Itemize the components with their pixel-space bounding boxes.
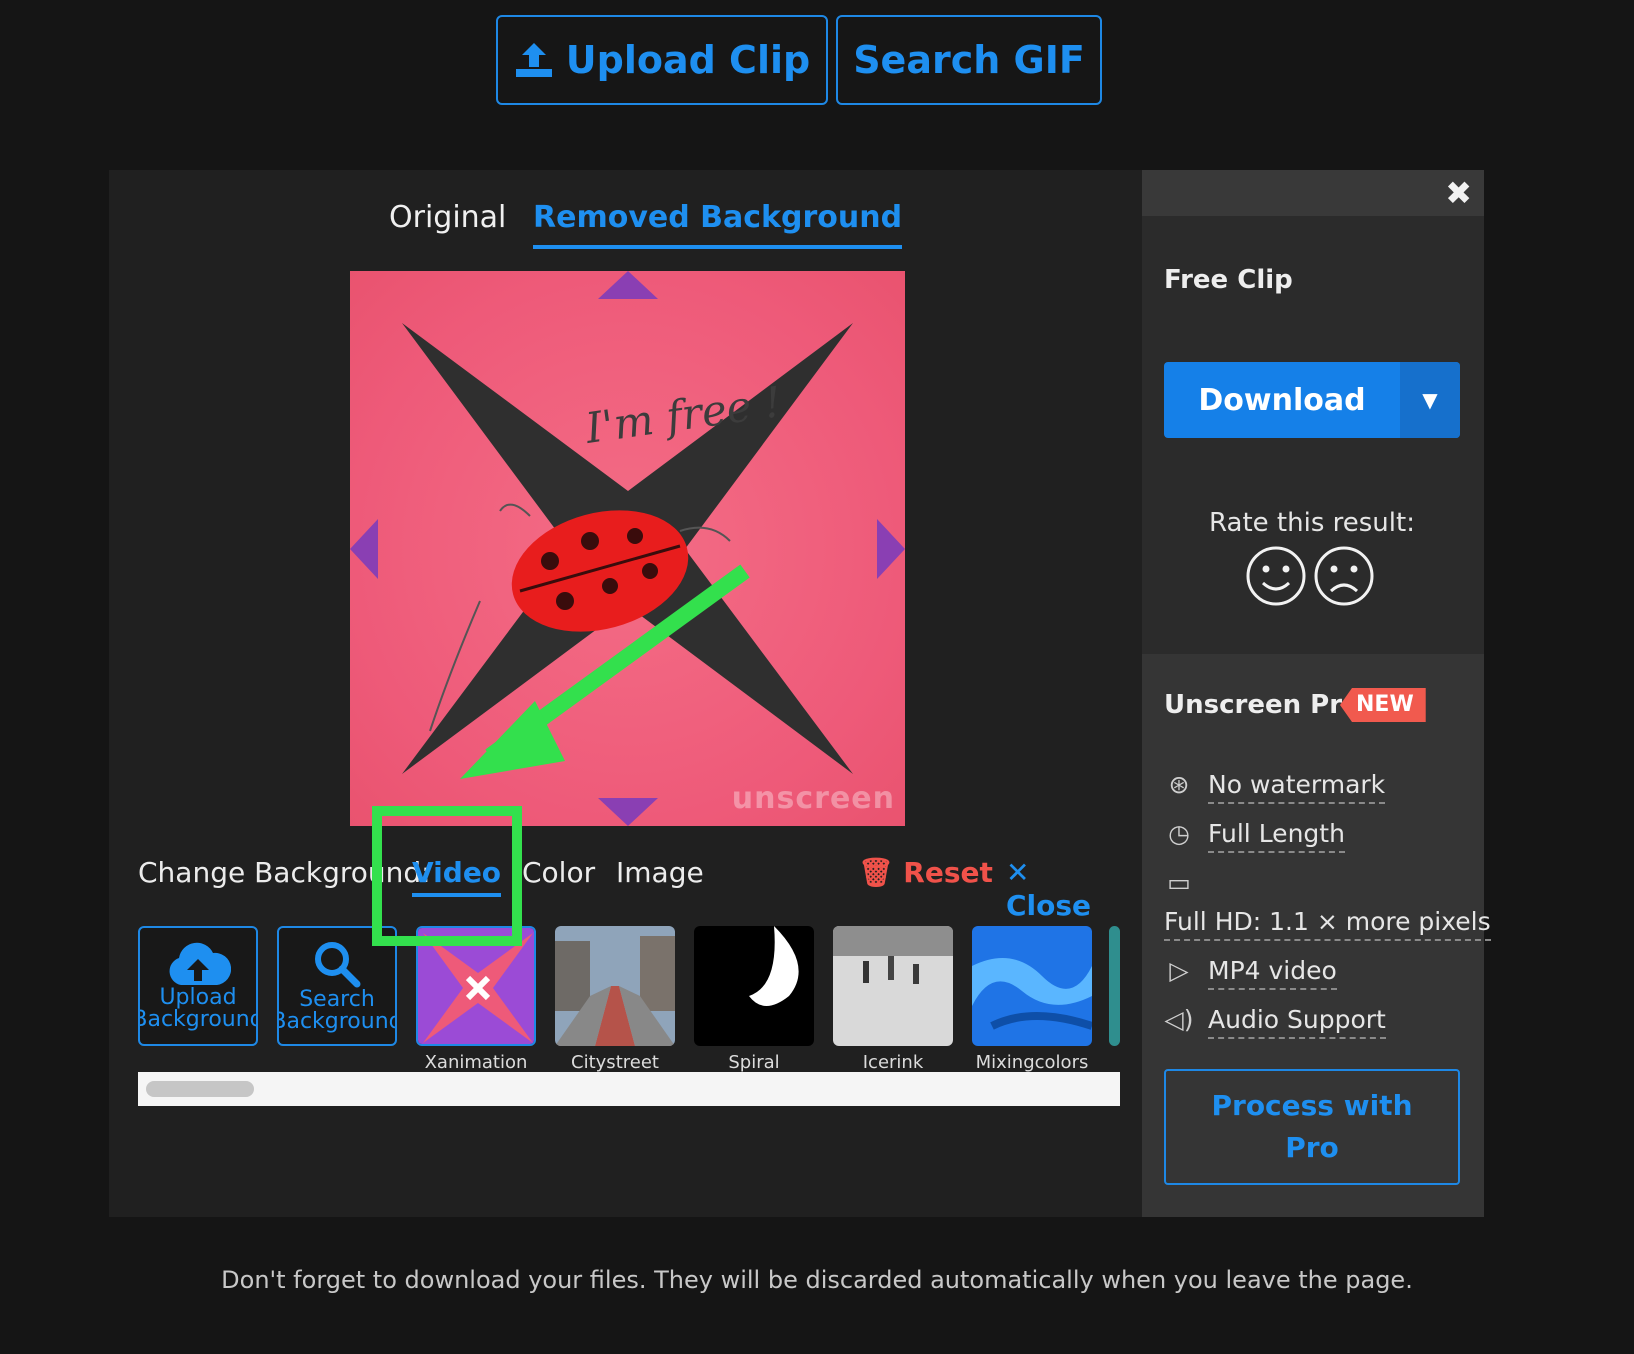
sidebar-header: ✖ [1142,170,1484,216]
upload-icon [515,43,552,77]
trash-icon: 🗑 [858,856,894,889]
bg-video-citystreet[interactable] [555,926,675,1046]
reset-button[interactable]: 🗑 Reset [858,856,993,889]
partial-thumbnail [1109,926,1120,1046]
annotation-highlight-box [372,806,522,946]
thumbnail-scrollbar[interactable] [138,1072,1120,1106]
download-options-caret-icon[interactable]: ▼ [1400,362,1460,438]
caption-xanimation: Xanimation [424,1052,528,1073]
feature-no-watermark-label[interactable]: No watermark [1208,770,1386,804]
cloud-upload-icon [169,942,231,985]
option-image[interactable]: Image [616,856,704,889]
search-icon [315,942,361,988]
tab-removed-background[interactable]: Removed Background [533,200,903,249]
sad-face-icon[interactable] [1313,545,1375,607]
speaker-icon: ◁) [1164,1005,1194,1034]
feature-audio-label[interactable]: Audio Support [1208,1005,1386,1039]
search-background-label: Search Background [277,987,397,1034]
clock-icon: ◷ [1168,819,1190,848]
feature-full-hd-icon-row: ▭ [1164,868,1208,897]
feature-full-length-label[interactable]: Full Length [1208,819,1345,853]
bg-video-icerink[interactable] [833,926,953,1046]
change-background-row: Change Background: Video Color Image 🗑 R… [138,856,1108,922]
icerink-thumbnail [833,926,953,1046]
unscreen-pro-title: Unscreen Pro [1164,690,1360,720]
close-icon: ✕ [1006,856,1030,889]
feature-no-watermark: ⊛ No watermark [1164,770,1386,804]
video-file-icon: ▷ [1169,956,1189,985]
feature-mp4: ▷ MP4 video [1164,956,1337,990]
happy-face-icon[interactable] [1245,545,1307,607]
monitor-icon: ▭ [1167,868,1191,897]
bg-video-spiral[interactable] [694,926,814,1046]
rate-label: Rate this result: [1209,508,1415,538]
download-button[interactable]: Download [1164,362,1400,438]
citystreet-thumbnail [555,926,675,1046]
reset-label: Reset [903,856,993,889]
download-button-group[interactable]: Download ▼ [1164,362,1460,438]
option-color[interactable]: Color [522,856,595,889]
tab-original[interactable]: Original [389,200,506,245]
feature-full-hd: Full HD: 1.1 × more pixels [1164,907,1491,941]
bg-video-partial[interactable] [1109,926,1120,1046]
mixingcolors-thumbnail [972,926,1092,1046]
result-preview: I'm free ! unscreen [350,271,905,826]
free-clip-title: Free Clip [1164,265,1293,295]
footer-notice: Don't forget to download your files. The… [221,1266,1413,1294]
search-gif-label: Search GIF [853,38,1085,82]
feature-full-length: ◷ Full Length [1164,819,1345,853]
preview-artwork: I'm free ! [350,271,905,826]
no-watermark-icon: ⊛ [1168,770,1190,799]
search-gif-button[interactable]: Search GIF [836,15,1102,105]
caption-spiral: Spiral [728,1052,780,1073]
bg-video-mixingcolors[interactable] [972,926,1092,1046]
feature-audio: ◁) Audio Support [1164,1005,1386,1039]
caption-citystreet: Citystreet [571,1052,659,1073]
new-badge: NEW [1340,688,1426,722]
caption-icerink: Icerink [862,1052,924,1073]
spiral-thumbnail [694,926,814,1046]
upload-clip-label: Upload Clip [565,38,811,82]
close-label: Close [1006,889,1092,922]
feature-full-hd-label[interactable]: Full HD: 1.1 × more pixels [1164,907,1491,941]
caption-mixingcolors: Mixingcolors [975,1052,1089,1073]
upload-background-button[interactable]: Upload Background [138,926,258,1046]
upload-background-label: Upload Background [138,985,258,1032]
scrollbar-thumb[interactable] [146,1081,254,1097]
unscreen-watermark: unscreen [731,781,895,816]
feature-mp4-label[interactable]: MP4 video [1208,956,1337,990]
close-button[interactable]: ✕ Close [1006,856,1108,922]
upload-clip-button[interactable]: Upload Clip [496,15,828,105]
process-with-pro-button[interactable]: Process with Pro [1164,1069,1460,1185]
close-icon[interactable]: ✖ [1445,174,1472,212]
